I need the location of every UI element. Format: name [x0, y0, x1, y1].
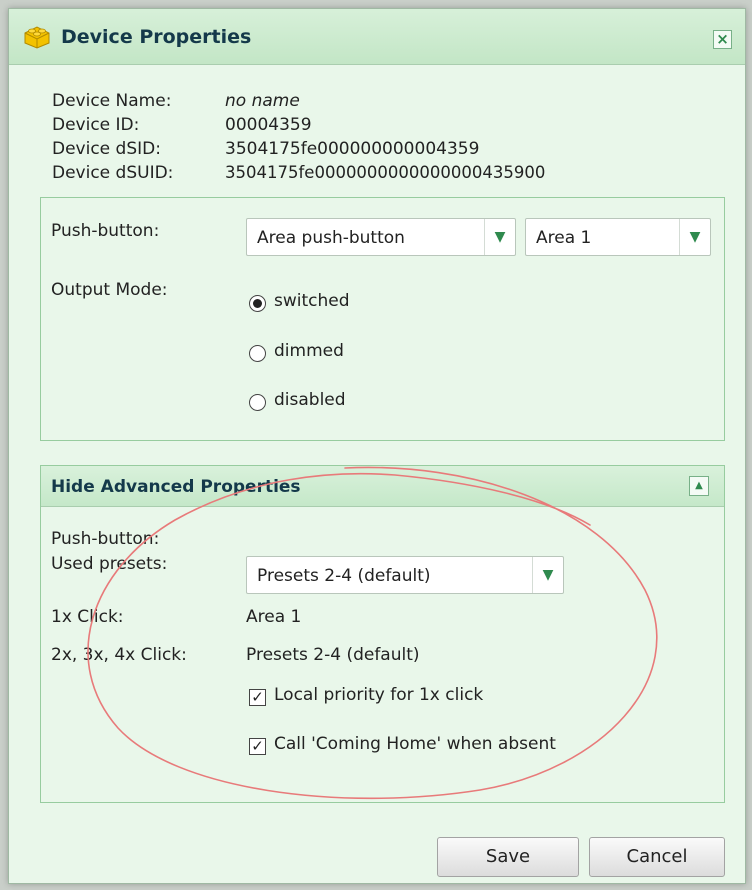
coming-home-checkbox[interactable]: ✓ [249, 738, 266, 755]
cancel-button[interactable]: Cancel [589, 837, 725, 877]
dialog-title: Device Properties [61, 26, 252, 48]
output-mode-label: Output Mode: [51, 280, 168, 300]
device-dsid-label: Device dSID: [52, 139, 161, 159]
local-priority-label[interactable]: Local priority for 1x click [274, 685, 483, 705]
used-presets-select[interactable]: Presets 2-4 (default) ▼ [246, 556, 564, 594]
chevron-down-icon: ▼ [679, 219, 710, 255]
push-button-label: Push-button: [51, 221, 160, 241]
output-mode-switched-label[interactable]: switched [274, 291, 350, 311]
chevron-up-icon: ▲ [695, 480, 703, 491]
advanced-properties-header[interactable]: Hide Advanced Properties ▲ [41, 466, 724, 507]
click234-value: Presets 2-4 (default) [246, 645, 420, 665]
push-button-type-value: Area push-button [257, 228, 405, 248]
collapse-button[interactable]: ▲ [689, 476, 709, 496]
push-button-area-value: Area 1 [536, 228, 592, 248]
used-presets-value: Presets 2-4 (default) [257, 566, 431, 586]
lego-brick-icon [24, 26, 50, 49]
adv-push-button-label: Push-button: [51, 529, 160, 549]
chevron-down-icon: ▼ [484, 219, 515, 255]
push-button-area-select[interactable]: Area 1 ▼ [525, 218, 711, 256]
device-dsuid-value: 3504175fe0000000000000000435900 [225, 163, 546, 182]
used-presets-label: Used presets: [51, 554, 168, 574]
device-name-value: no name [225, 91, 300, 111]
basic-properties-panel: Push-button: Area push-button ▼ Area 1 ▼… [40, 197, 725, 441]
device-dsuid-label: Device dSUID: [52, 163, 174, 183]
output-mode-switched-radio[interactable] [249, 295, 266, 312]
output-mode-disabled-radio[interactable] [249, 394, 266, 411]
output-mode-dimmed-radio[interactable] [249, 345, 266, 362]
dialog-titlebar[interactable]: Device Properties × [9, 9, 745, 65]
click1-value: Area 1 [246, 607, 302, 627]
coming-home-label[interactable]: Call 'Coming Home' when absent [274, 734, 556, 754]
device-properties-dialog: Device Properties × Device Name: no name… [8, 8, 746, 884]
local-priority-checkbox[interactable]: ✓ [249, 689, 266, 706]
device-dsid-value: 3504175fe000000000004359 [225, 139, 480, 159]
device-name-label: Device Name: [52, 91, 172, 111]
save-button[interactable]: Save [437, 837, 579, 877]
device-id-value: 00004359 [225, 115, 312, 135]
click234-label: 2x, 3x, 4x Click: [51, 645, 187, 665]
chevron-down-icon: ▼ [532, 557, 563, 593]
push-button-type-select[interactable]: Area push-button ▼ [246, 218, 516, 256]
advanced-properties-panel: Hide Advanced Properties ▲ Push-button: … [40, 465, 725, 803]
close-icon: × [716, 30, 729, 48]
output-mode-dimmed-label[interactable]: dimmed [274, 341, 344, 361]
close-button[interactable]: × [713, 30, 732, 49]
output-mode-disabled-label[interactable]: disabled [274, 390, 346, 410]
click1-label: 1x Click: [51, 607, 124, 627]
device-id-label: Device ID: [52, 115, 140, 135]
hide-advanced-properties-toggle[interactable]: Hide Advanced Properties [51, 477, 301, 497]
